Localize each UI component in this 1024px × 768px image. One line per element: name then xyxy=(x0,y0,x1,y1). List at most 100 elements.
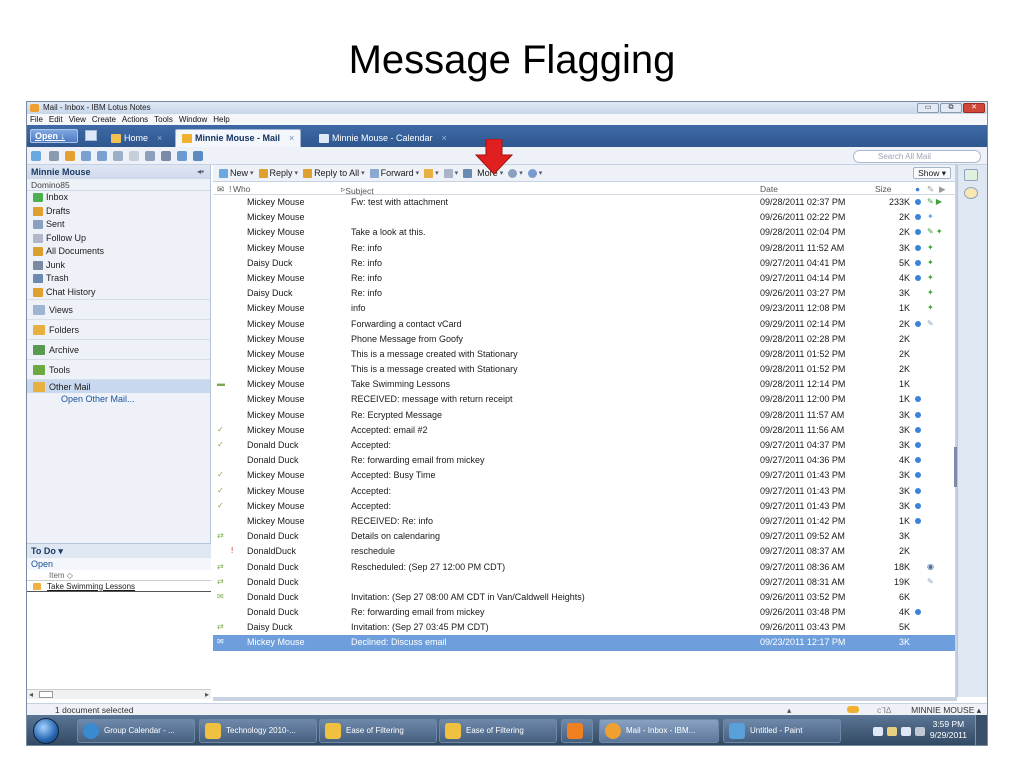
column-date[interactable]: Date xyxy=(760,184,778,194)
todo-item[interactable]: Take Swimming Lessons xyxy=(27,581,211,592)
show-button[interactable]: Show ▾ xyxy=(913,167,951,179)
print-icon[interactable] xyxy=(49,151,59,161)
sidebar-item-chat-history[interactable]: Chat History xyxy=(27,286,210,300)
sidebar-group-views[interactable]: Views xyxy=(27,299,210,319)
column-who[interactable]: Who xyxy=(233,184,250,194)
menu-view[interactable]: View xyxy=(69,114,86,125)
todo-header[interactable]: To Do ▾ xyxy=(27,544,211,558)
menu-actions[interactable]: Actions xyxy=(122,114,148,125)
message-row[interactable]: Mickey Mouse RECEIVED: Re: info 09/27/2011… xyxy=(213,514,957,529)
message-row[interactable]: Mickey Mouse Forwarding a contact vCard 09… xyxy=(213,317,957,332)
message-row[interactable]: Daisy Duck Re: info 09/26/2011 03:27 PM 3K ✦ xyxy=(213,286,957,301)
message-row[interactable]: Mickey Mouse This is a message created wi… xyxy=(213,347,957,362)
column-subject[interactable]: ▹ Subject xyxy=(341,184,374,196)
message-row[interactable]: Mickey Mouse 09/26/2011 02:22 PM 2K ✦ xyxy=(213,210,957,225)
taskbar-item[interactable]: Untitled - Paint xyxy=(723,719,841,743)
search-all-mail-input[interactable]: Search All Mail xyxy=(853,150,981,163)
message-row[interactable]: Daisy Duck Re: info 09/27/2011 04:41 PM 5K ✦ xyxy=(213,256,957,271)
sidebar-item-inbox[interactable]: Inbox xyxy=(27,191,210,205)
taskbar-item-media[interactable] xyxy=(561,719,593,743)
sidebar-item-drafts[interactable]: Drafts xyxy=(27,205,210,219)
reply-all-button[interactable]: Reply to All ▾ xyxy=(303,168,365,178)
delete-button[interactable] xyxy=(463,168,473,178)
message-row[interactable]: ⇄ Donald Duck 09/27/2011 08:31 AM 19K ✎ xyxy=(213,575,957,590)
sidebar-calendar-icon[interactable] xyxy=(964,169,978,181)
find-icon[interactable] xyxy=(161,151,171,161)
column-size[interactable]: Size xyxy=(875,184,892,194)
collapse-sidebar-icon[interactable]: ◂▪ xyxy=(197,165,204,179)
sidebar-sametime-icon[interactable] xyxy=(964,187,978,199)
open-button[interactable]: Open ↓ xyxy=(30,129,78,143)
unread-column-icon[interactable]: ● xyxy=(915,184,920,194)
sametime-icon[interactable] xyxy=(65,151,75,161)
importance-column-icon[interactable]: ! xyxy=(229,184,231,194)
menu-window[interactable]: Window xyxy=(179,114,207,125)
taskbar-clock[interactable]: 3:59 PM 9/29/2011 xyxy=(930,719,967,741)
back-icon[interactable] xyxy=(113,151,123,161)
forward-icon[interactable] xyxy=(129,151,139,161)
tray-app-icon[interactable] xyxy=(887,727,897,736)
scroll-thumb[interactable] xyxy=(39,691,53,698)
tab-home-close-icon[interactable]: × xyxy=(157,130,162,147)
close-button[interactable]: ✕ xyxy=(963,103,985,113)
sidebar-group-tools[interactable]: Tools xyxy=(27,359,210,379)
show-desktop-button[interactable] xyxy=(975,715,987,745)
sidebar-item-sent[interactable]: Sent xyxy=(27,218,210,232)
message-row[interactable]: ⇄ Donald Duck Rescheduled: (Sep 27 12:00 P… xyxy=(213,560,957,575)
tab-calendar[interactable]: Minnie Mouse - Calendar × xyxy=(313,129,453,147)
message-row[interactable]: Donald Duck Re: forwarding email from mic… xyxy=(213,453,957,468)
link-icon[interactable] xyxy=(97,151,107,161)
taskbar-item[interactable]: Mail - Inbox - IBM... xyxy=(599,719,719,743)
message-row[interactable]: ⇄ Daisy Duck Invitation: (Sep 27 03:45 PM … xyxy=(213,620,957,635)
message-row[interactable]: Mickey Mouse Take a look at this. 09/28/20… xyxy=(213,225,957,240)
sidebar-group-folders[interactable]: Folders xyxy=(27,319,210,339)
start-button[interactable] xyxy=(33,718,59,744)
sidebar-group-archive[interactable]: Archive xyxy=(27,339,210,359)
new-memo-icon[interactable] xyxy=(31,151,41,161)
message-row[interactable]: Donald Duck Re: forwarding email from mic… xyxy=(213,605,957,620)
message-row[interactable]: ✓ Mickey Mouse Accepted: email #2 09/28/201… xyxy=(213,423,957,438)
taskbar-item[interactable]: Ease of Filtering xyxy=(439,719,557,743)
tray-network-icon[interactable] xyxy=(873,727,883,736)
message-row[interactable]: Mickey Mouse Re: info 09/28/2011 11:52 AM 3… xyxy=(213,241,957,256)
message-row[interactable]: ▬ Mickey Mouse Take Swimming Lessons 09/28/… xyxy=(213,377,957,392)
envelope-column-icon[interactable]: ✉ xyxy=(217,184,224,195)
sidebar-item-follow-up[interactable]: Follow Up xyxy=(27,232,210,246)
forward-button[interactable]: Forward ▾ xyxy=(369,168,419,178)
open-other-mail-link[interactable]: Open Other Mail... xyxy=(27,393,210,405)
menu-edit[interactable]: Edit xyxy=(49,114,63,125)
message-row[interactable]: Mickey Mouse This is a message created wi… xyxy=(213,362,957,377)
tab-home[interactable]: Home × xyxy=(105,129,168,147)
tab-mail[interactable]: Minnie Mouse - Mail × xyxy=(175,129,302,147)
search-button[interactable]: ▾ xyxy=(527,168,542,178)
refresh-icon[interactable] xyxy=(177,151,187,161)
follow-up-column-icon[interactable]: ▶ xyxy=(939,184,946,195)
message-row[interactable]: ✓ Mickey Mouse Accepted: 09/27/2011 01:43 P… xyxy=(213,499,957,514)
todo-column-item[interactable]: Item ◇ xyxy=(27,570,211,581)
tab-calendar-close-icon[interactable]: × xyxy=(442,130,447,147)
taskbar-item[interactable]: Technology 2010-... xyxy=(199,719,317,743)
window-switcher-icon[interactable] xyxy=(85,130,97,141)
sidebar-item-all-documents[interactable]: All Documents xyxy=(27,245,210,259)
todo-section-open[interactable]: Open xyxy=(27,558,211,570)
sidebar-horizontal-scrollbar[interactable]: ◂ ▸ xyxy=(27,689,211,699)
replicate-icon[interactable] xyxy=(193,151,203,161)
new-button[interactable]: New ▾ xyxy=(219,168,254,178)
menu-tools[interactable]: Tools xyxy=(154,114,173,125)
scroll-left-icon[interactable]: ◂ xyxy=(29,690,33,699)
message-row[interactable]: ⇄ Donald Duck Details on calendaring 09/27/… xyxy=(213,529,957,544)
taskbar-item[interactable]: Ease of Filtering xyxy=(319,719,437,743)
minimize-button[interactable]: ▭ xyxy=(917,103,939,113)
sidebar-item-trash[interactable]: Trash xyxy=(27,272,210,286)
menu-create[interactable]: Create xyxy=(92,114,116,125)
menu-file[interactable]: File xyxy=(30,114,43,125)
message-row[interactable]: Mickey Mouse Phone Message from Goofy 09/2… xyxy=(213,332,957,347)
message-row[interactable]: Mickey Mouse Fw: test with attachment 09/2… xyxy=(213,195,957,210)
tray-monitor-icon[interactable] xyxy=(901,727,911,736)
attachment-column-icon[interactable]: ✎ xyxy=(927,184,934,195)
message-row[interactable]: Mickey Mouse Re: info 09/27/2011 04:14 PM 4… xyxy=(213,271,957,286)
follow-up-flag-button[interactable]: ▾ xyxy=(443,168,458,178)
menu-help[interactable]: Help xyxy=(213,114,229,125)
message-row[interactable]: ✓ Donald Duck Accepted: 09/27/2011 04:37 PM… xyxy=(213,438,957,453)
message-row[interactable]: ✉ Donald Duck Invitation: (Sep 27 08:00 AM… xyxy=(213,590,957,605)
